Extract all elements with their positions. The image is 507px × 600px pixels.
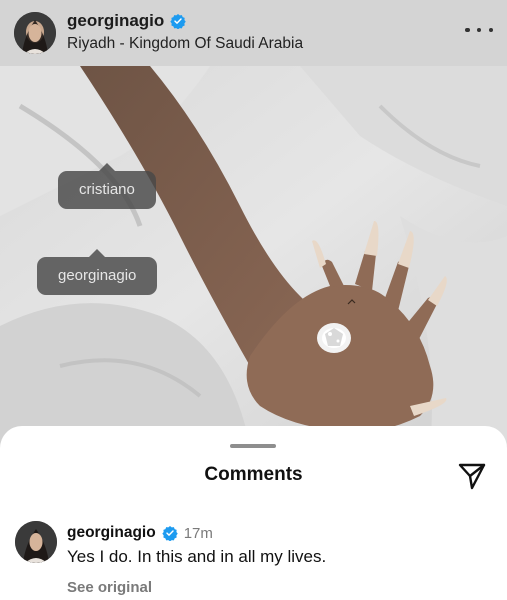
photo-tag-georginagio[interactable]: georginagio xyxy=(37,249,158,295)
photo-tag-label[interactable]: cristiano xyxy=(79,181,135,198)
avatar[interactable] xyxy=(15,521,57,563)
avatar-image xyxy=(14,12,56,54)
comment-meta: georginagio 17m xyxy=(67,524,213,542)
post-username[interactable]: georginagio xyxy=(67,11,187,31)
verified-badge-icon xyxy=(162,525,178,541)
post-photo[interactable] xyxy=(0,66,507,446)
sheet-drag-handle[interactable] xyxy=(230,444,276,448)
comments-sheet: Comments georginagio 17m Yes I do. In th… xyxy=(0,426,507,600)
post-location[interactable]: Riyadh - Kingdom Of Saudi Arabia xyxy=(67,35,303,53)
post-header: georginagio Riyadh - Kingdom Of Saudi Ar… xyxy=(0,0,507,66)
comment-timestamp: 17m xyxy=(183,524,213,542)
avatar[interactable] xyxy=(14,12,56,54)
see-original-link[interactable]: See original xyxy=(67,579,152,596)
comments-title: Comments xyxy=(204,464,303,485)
avatar-image xyxy=(15,521,57,563)
photo-tag-cristiano[interactable]: cristiano xyxy=(58,163,156,209)
more-horizontal-icon[interactable] xyxy=(465,20,493,40)
send-icon[interactable] xyxy=(457,461,487,491)
verified-badge-icon xyxy=(170,13,187,29)
comment-text: Yes I do. In this and in all my lives. xyxy=(67,547,327,566)
photo-tag-label[interactable]: georginagio xyxy=(58,267,136,284)
post-username-text[interactable]: georginagio xyxy=(67,11,164,31)
photo-bedsheet-hand-ring xyxy=(0,66,507,446)
comment-username[interactable]: georginagio xyxy=(67,524,156,542)
